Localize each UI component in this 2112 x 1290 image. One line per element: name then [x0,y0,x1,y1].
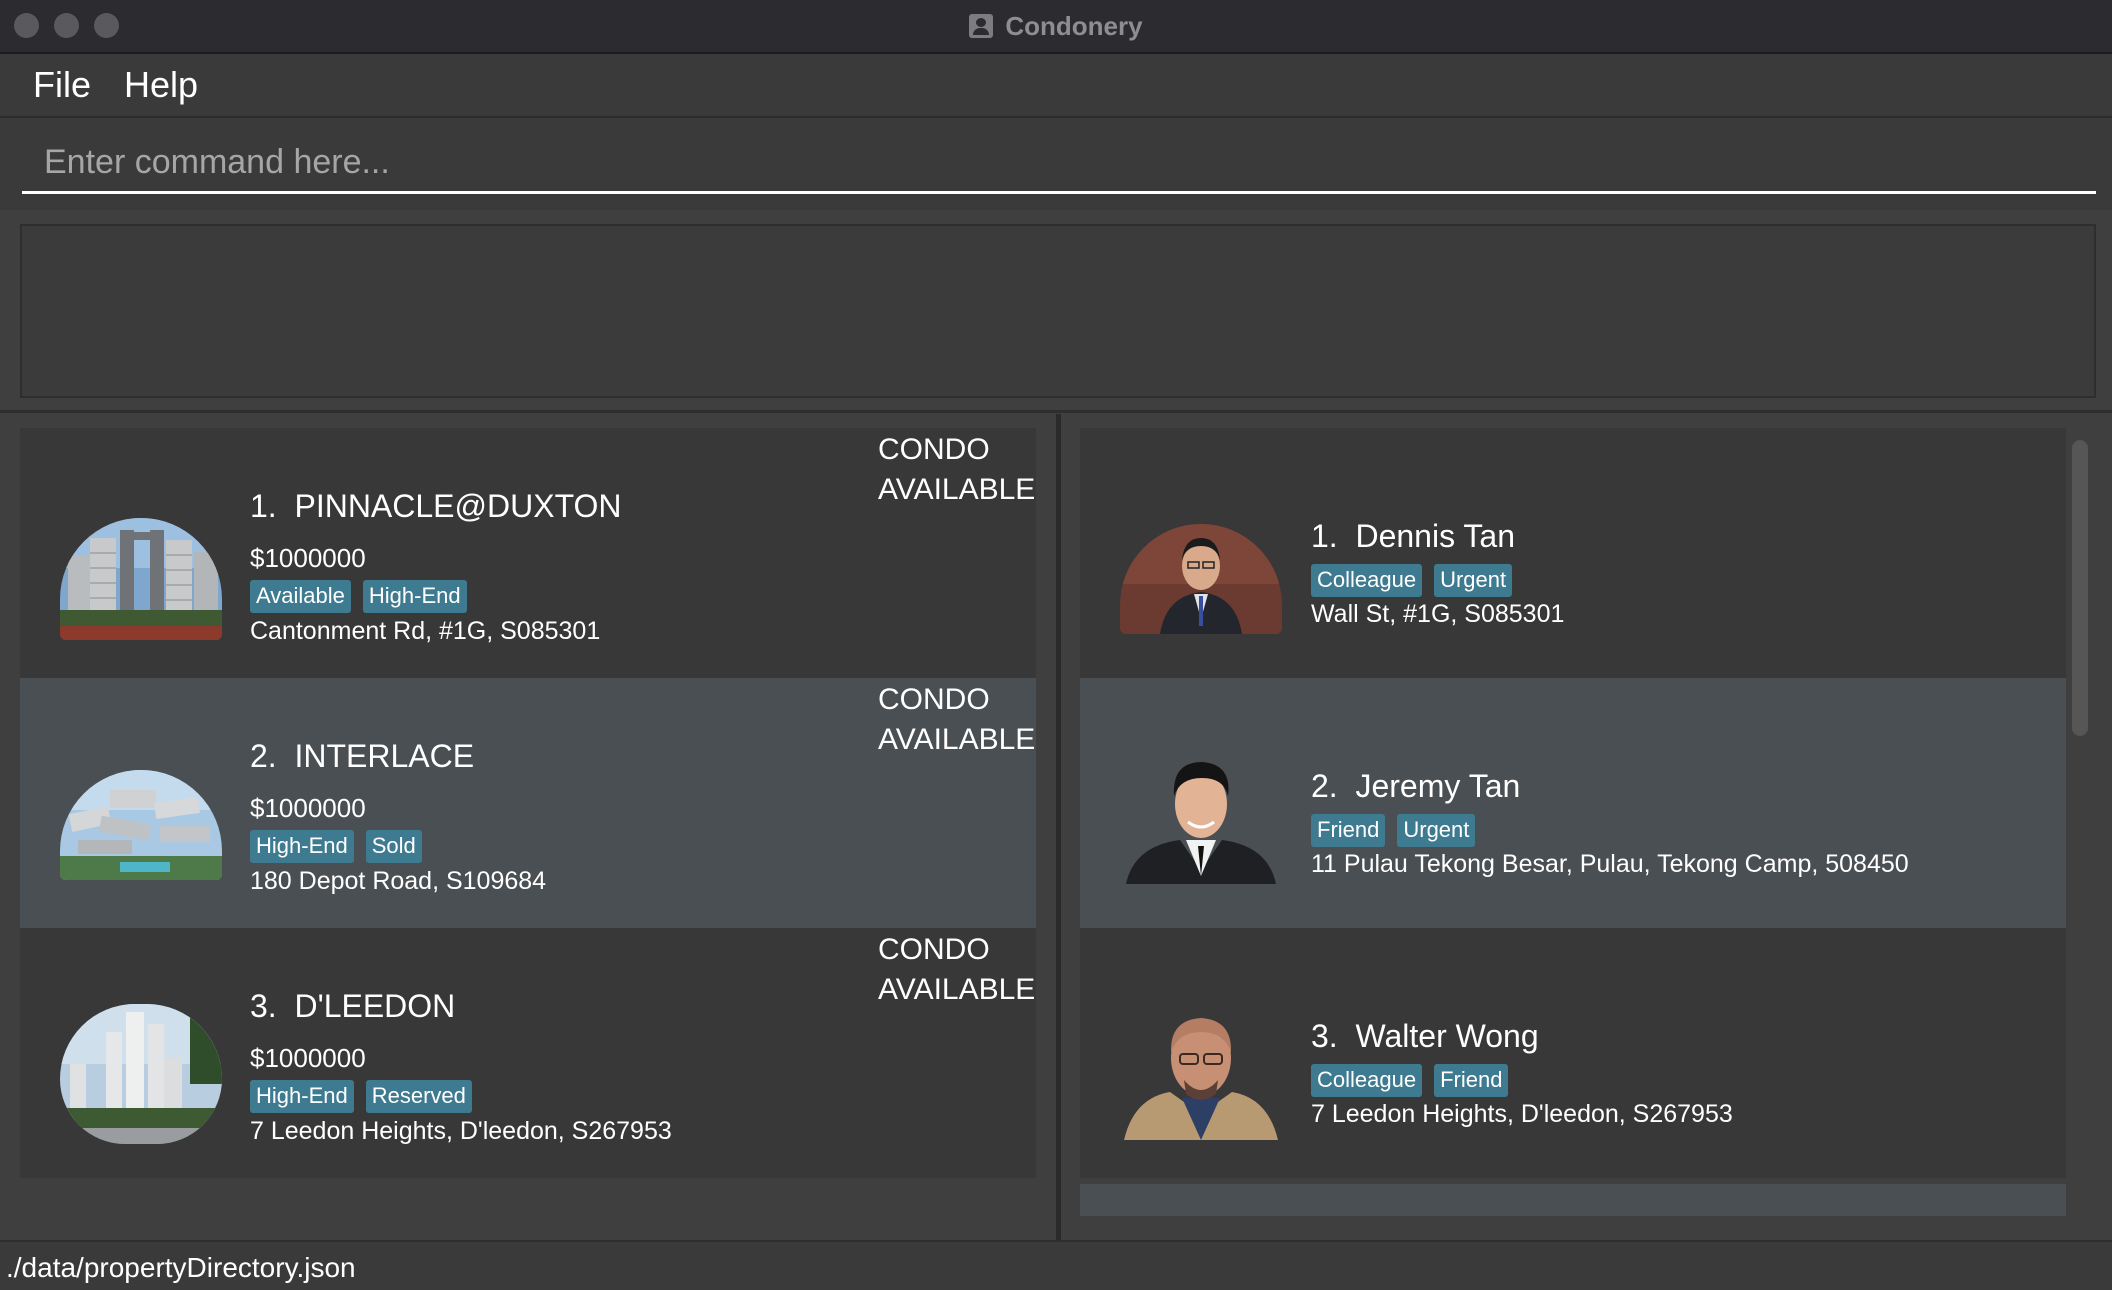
client-title: 1. Dennis Tan [1311,518,1515,555]
property-tags: High-End Sold [250,830,422,863]
client-card[interactable]: 3. Walter Wong Colleague Friend 7 Leedon… [1080,928,2066,1178]
tag: Reserved [365,1080,472,1113]
close-window-button[interactable] [14,13,39,38]
property-status: AVAILABLE [878,723,1036,756]
zoom-window-button[interactable] [94,13,119,38]
tag: Colleague [1311,1064,1423,1097]
property-name: PINNACLE@DUXTON [294,488,622,524]
minimize-window-button[interactable] [54,13,79,38]
tag: Friend [1434,1064,1509,1097]
command-input[interactable] [22,134,2096,194]
client-tags: Friend Urgent [1311,814,1476,847]
menu-help[interactable]: Help [110,64,217,106]
client-list-panel: 1. Dennis Tan Colleague Urgent Wall St, … [1080,428,2066,1240]
tag: Urgent [1397,814,1476,847]
property-card[interactable]: 3. D'LEEDON $1000000 High-End Reserved 7… [20,928,1036,1178]
property-list-panel: 1. PINNACLE@DUXTON $1000000 Available Hi… [20,428,1036,1240]
command-box [0,118,2112,210]
property-type: CONDO [878,683,990,716]
tag: High-End [250,1080,354,1113]
property-address: 7 Leedon Heights, D'leedon, S267953 [250,1117,672,1145]
client-photo [1120,1002,1282,1140]
property-type-label: CONDO AVAILABLE [878,680,1035,760]
client-name: Dennis Tan [1355,518,1515,554]
property-index: 1. [250,488,277,524]
tag: High-End [250,830,354,863]
property-card[interactable]: 2. INTERLACE $1000000 High-End Sold 180 … [20,678,1036,928]
tag: High-End [362,580,467,613]
status-bar: ./data/propertyDirectory.json [0,1240,2112,1290]
property-image [60,518,222,640]
property-status: AVAILABLE [878,473,1036,506]
tag: Colleague [1311,564,1423,597]
client-address: Wall St, #1G, S085301 [1311,600,1565,628]
client-name: Walter Wong [1355,1018,1539,1054]
property-title: 1. PINNACLE@DUXTON [250,488,622,525]
result-display [20,224,2096,398]
client-card[interactable]: 2. Jeremy Tan Friend Urgent 11 Pulau Tek… [1080,678,2066,928]
client-address: 7 Leedon Heights, D'leedon, S267953 [1311,1100,1733,1128]
property-index: 3. [250,988,277,1024]
property-price: $1000000 [250,793,366,823]
client-tags: Colleague Urgent [1311,564,1513,597]
client-title: 3. Walter Wong [1311,1018,1539,1055]
client-photo [1120,524,1282,634]
data-file-path: ./data/propertyDirectory.json [6,1252,356,1283]
property-tags: Available High-End [250,580,467,613]
property-name: D'LEEDON [294,988,456,1024]
client-card-partial[interactable] [1080,1184,2066,1216]
tag: Available [250,580,351,613]
client-title: 2. Jeremy Tan [1311,768,1520,805]
client-index: 3. [1311,1018,1338,1054]
client-photo [1120,750,1282,884]
tag: Urgent [1434,564,1513,597]
app-icon [969,14,994,38]
property-type-label: CONDO AVAILABLE [878,930,1035,1010]
divider [0,410,2112,413]
client-list-scrollbar[interactable] [2072,440,2088,736]
property-address: 180 Depot Road, S109684 [250,867,547,895]
client-address: 11 Pulau Tekong Besar, Pulau, Tekong Cam… [1311,850,1909,878]
tag: Sold [365,830,422,863]
property-type: CONDO [878,433,990,466]
menu-file[interactable]: File [0,64,110,106]
client-tags: Colleague Friend [1311,1064,1509,1097]
property-type-label: CONDO AVAILABLE [878,430,1035,510]
property-title: 3. D'LEEDON [250,988,455,1025]
window-controls [14,13,119,38]
property-title: 2. INTERLACE [250,738,474,775]
property-price: $1000000 [250,543,366,573]
client-name: Jeremy Tan [1355,768,1521,804]
property-name: INTERLACE [294,738,475,774]
title-bar: Condonery [0,0,2112,54]
property-image [60,1004,222,1144]
client-index: 1. [1311,518,1338,554]
property-type: CONDO [878,933,990,966]
property-image [60,770,222,880]
menu-bar: File Help [0,54,2112,118]
client-index: 2. [1311,768,1338,804]
client-card[interactable]: 1. Dennis Tan Colleague Urgent Wall St, … [1080,428,2066,678]
property-price: $1000000 [250,1043,366,1073]
property-status: AVAILABLE [878,973,1036,1006]
property-card[interactable]: 1. PINNACLE@DUXTON $1000000 Available Hi… [20,428,1036,678]
window-title-text: Condonery [1005,10,1143,41]
property-tags: High-End Reserved [250,1080,472,1113]
tag: Friend [1311,814,1386,847]
window-title: Condonery [969,10,1143,42]
property-address: Cantonment Rd, #1G, S085301 [250,617,601,645]
property-index: 2. [250,738,277,774]
panel-divider[interactable] [1056,414,1061,1240]
